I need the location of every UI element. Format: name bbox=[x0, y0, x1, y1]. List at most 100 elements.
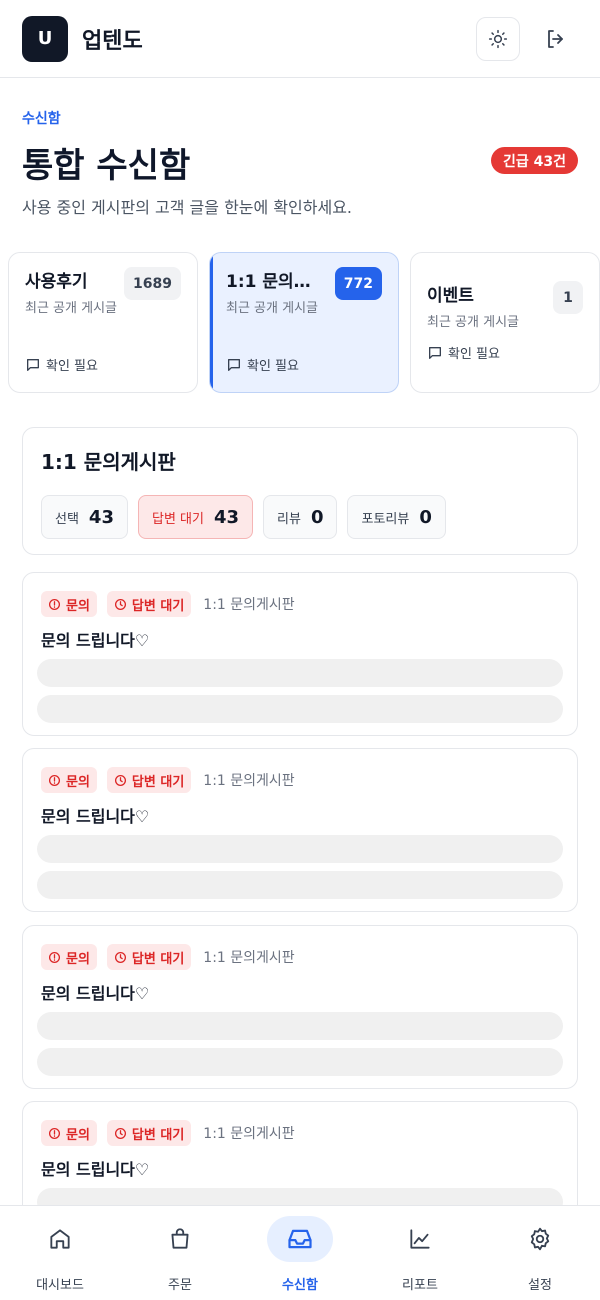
clock-icon bbox=[114, 1127, 126, 1139]
post-card[interactable]: 문의 답변 대기 1:1 문의게시판 문의 드립니다♡ bbox=[22, 572, 578, 736]
alert-circle-icon bbox=[48, 1127, 61, 1139]
loading-skeleton bbox=[37, 871, 563, 899]
nav-item-settings[interactable]: 설정 bbox=[480, 1206, 600, 1300]
tag-label: 답변 대기 bbox=[131, 951, 185, 967]
chip-count: 0 bbox=[419, 506, 432, 528]
loading-skeleton bbox=[37, 835, 563, 863]
alert-circle-icon bbox=[48, 774, 61, 786]
nav-label: 주문 bbox=[168, 1278, 192, 1293]
filter-chip-awaiting-reply[interactable]: 답변 대기 43 bbox=[137, 495, 254, 539]
filter-chip-review[interactable]: 리뷰 0 bbox=[263, 495, 338, 539]
tag-awaiting-reply: 답변 대기 bbox=[106, 591, 192, 617]
board-check-status: 확인 필요 bbox=[226, 355, 299, 374]
tag-label: 답변 대기 bbox=[131, 774, 185, 790]
board-cards: 사용후기 1689 최근 공개 게시글 확인 필요 1:1 문의게시판 772 … bbox=[8, 252, 600, 393]
filter-chip-selected[interactable]: 선택 43 bbox=[41, 495, 128, 539]
board-count-badge: 772 bbox=[334, 267, 382, 300]
tag-awaiting-reply: 답변 대기 bbox=[106, 767, 192, 793]
board-description: 최근 공개 게시글 bbox=[226, 301, 318, 316]
board-name: 이벤트 bbox=[427, 286, 474, 306]
sun-icon bbox=[488, 29, 508, 48]
nav-item-dashboard[interactable]: 대시보드 bbox=[0, 1206, 120, 1300]
filter-chip-photo-review[interactable]: 포토리뷰 0 bbox=[347, 495, 446, 539]
tag-label: 답변 대기 bbox=[131, 598, 185, 614]
app-logo[interactable]: U bbox=[22, 15, 68, 62]
board-card-reviews[interactable]: 사용후기 1689 최근 공개 게시글 확인 필요 bbox=[8, 252, 198, 393]
chip-label: 선택 bbox=[55, 511, 79, 527]
tag-awaiting-reply: 답변 대기 bbox=[106, 1120, 192, 1146]
header-actions bbox=[476, 16, 578, 61]
nav-item-report[interactable]: 리포트 bbox=[360, 1206, 480, 1300]
board-name: 1:1 문의게시판 bbox=[226, 272, 326, 292]
board-summary-panel: 1:1 문의게시판 선택 43 답변 대기 43 리뷰 0 포토리뷰 0 bbox=[22, 427, 578, 555]
tag-label: 문의 bbox=[66, 774, 90, 790]
chart-icon bbox=[387, 1216, 453, 1262]
nav-item-inbox[interactable]: 수신함 bbox=[240, 1206, 360, 1300]
board-check-label: 확인 필요 bbox=[448, 347, 500, 362]
post-card[interactable]: 문의 답변 대기 1:1 문의게시판 문의 드립니다♡ bbox=[22, 925, 578, 1089]
message-icon bbox=[27, 358, 39, 371]
board-check-label: 확인 필요 bbox=[46, 359, 98, 374]
board-count-badge: 1 bbox=[553, 281, 583, 314]
tag-label: 문의 bbox=[66, 951, 90, 967]
post-board-name: 1:1 문의게시판 bbox=[203, 597, 295, 613]
post-list: 문의 답변 대기 1:1 문의게시판 문의 드립니다♡ 문의 답변 대기 1:1… bbox=[22, 572, 578, 1208]
loading-skeleton bbox=[37, 1048, 563, 1076]
clock-icon bbox=[114, 598, 126, 610]
page-subtitle: 사용 중인 게시판의 고객 글을 한눈에 확인하세요. bbox=[22, 198, 353, 217]
urgent-badge[interactable]: 긴급 43건 bbox=[491, 147, 578, 174]
chip-label: 리뷰 bbox=[277, 511, 301, 527]
message-icon bbox=[228, 358, 240, 371]
tag-awaiting-reply: 답변 대기 bbox=[106, 944, 192, 970]
tag-label: 문의 bbox=[66, 598, 90, 614]
board-card-event[interactable]: 이벤트 1 최근 공개 게시글 확인 필요 bbox=[410, 252, 600, 393]
chip-count: 43 bbox=[88, 506, 114, 528]
nav-label: 리포트 bbox=[402, 1278, 438, 1293]
page-eyebrow: 수신함 bbox=[22, 111, 61, 127]
post-tags: 문의 답변 대기 1:1 문의게시판 bbox=[41, 1120, 559, 1146]
tag-inquiry: 문의 bbox=[41, 591, 97, 617]
nav-label: 대시보드 bbox=[36, 1278, 84, 1293]
post-title: 문의 드립니다♡ bbox=[41, 631, 150, 650]
post-tags: 문의 답변 대기 1:1 문의게시판 bbox=[41, 944, 559, 970]
tag-inquiry: 문의 bbox=[41, 944, 97, 970]
alert-circle-icon bbox=[48, 598, 61, 610]
post-card[interactable]: 문의 답변 대기 1:1 문의게시판 문의 드립니다♡ bbox=[22, 748, 578, 912]
home-icon bbox=[27, 1216, 93, 1262]
settings-icon bbox=[507, 1216, 573, 1262]
board-card-inquiry[interactable]: 1:1 문의게시판 772 최근 공개 게시글 확인 필요 bbox=[209, 252, 399, 393]
post-tags: 문의 답변 대기 1:1 문의게시판 bbox=[41, 767, 559, 793]
bag-icon bbox=[147, 1216, 213, 1262]
app-name: 업텐도 bbox=[82, 28, 143, 54]
theme-toggle-button[interactable] bbox=[476, 16, 520, 61]
chip-label: 답변 대기 bbox=[151, 511, 204, 527]
app-header: U 업텐도 bbox=[0, 0, 600, 78]
tag-label: 답변 대기 bbox=[131, 1127, 185, 1143]
tag-inquiry: 문의 bbox=[41, 1120, 97, 1146]
board-description: 최근 공개 게시글 bbox=[25, 301, 117, 316]
nav-label: 설정 bbox=[528, 1278, 552, 1293]
post-board-name: 1:1 문의게시판 bbox=[203, 950, 295, 966]
nav-item-orders[interactable]: 주문 bbox=[120, 1206, 240, 1300]
loading-skeleton bbox=[37, 659, 563, 687]
clock-icon bbox=[114, 951, 126, 963]
alert-circle-icon bbox=[48, 951, 61, 963]
post-card[interactable]: 문의 답변 대기 1:1 문의게시판 문의 드립니다♡ bbox=[22, 1101, 578, 1208]
chip-label: 포토리뷰 bbox=[361, 511, 410, 527]
tag-inquiry: 문의 bbox=[41, 767, 97, 793]
loading-skeleton bbox=[37, 1012, 563, 1040]
post-title: 문의 드립니다♡ bbox=[41, 984, 150, 1003]
post-board-name: 1:1 문의게시판 bbox=[203, 1126, 295, 1142]
summary-title: 1:1 문의게시판 bbox=[41, 450, 176, 474]
logout-button[interactable] bbox=[534, 17, 578, 61]
chip-count: 0 bbox=[310, 506, 324, 528]
inbox-icon bbox=[267, 1216, 333, 1262]
post-board-name: 1:1 문의게시판 bbox=[203, 773, 295, 789]
message-icon bbox=[429, 346, 441, 359]
post-title: 문의 드립니다♡ bbox=[41, 1160, 150, 1179]
nav-label: 수신함 bbox=[282, 1278, 318, 1293]
board-name: 사용후기 bbox=[25, 272, 88, 292]
page-title: 통합 수신함 bbox=[22, 146, 191, 186]
board-check-label: 확인 필요 bbox=[247, 359, 299, 374]
post-tags: 문의 답변 대기 1:1 문의게시판 bbox=[41, 591, 559, 617]
